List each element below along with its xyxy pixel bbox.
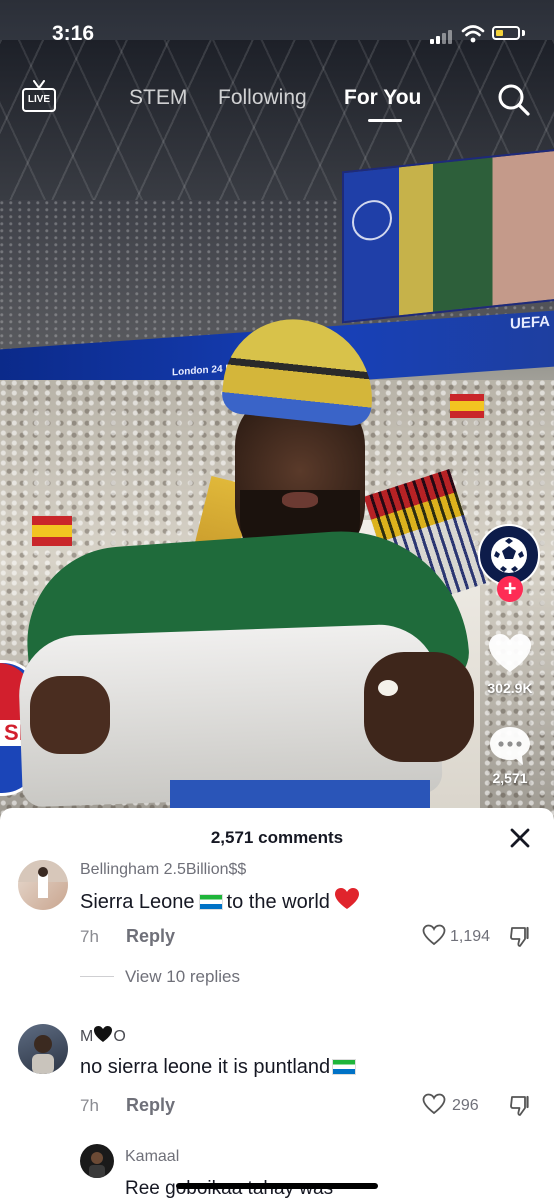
follow-plus-icon[interactable]: + xyxy=(497,576,523,602)
status-time: 3:16 xyxy=(52,22,95,45)
dislike-icon[interactable] xyxy=(508,925,532,949)
player-hat xyxy=(220,312,380,428)
comments-sheet: 2,571 comments Bellingham 2.5Billion$$ S… xyxy=(0,808,554,1200)
reply-button[interactable]: Reply xyxy=(126,1095,175,1116)
comment-count: 2,571 xyxy=(492,770,528,786)
cellular-signal-icon xyxy=(430,30,456,44)
comment-time: 7h xyxy=(80,927,99,946)
comment-like-count: 1,194 xyxy=(450,928,491,945)
username-part: M xyxy=(80,1028,94,1045)
status-bar: 3:16 xyxy=(0,0,554,70)
sierra-leone-flag-icon xyxy=(332,1059,357,1075)
comment-bubble-icon[interactable] xyxy=(487,724,533,768)
champions-league-logo-icon xyxy=(491,537,527,573)
player-ring xyxy=(378,680,398,696)
view-replies-button[interactable]: View 10 replies xyxy=(125,967,240,987)
tab-stem[interactable]: STEM xyxy=(129,86,187,110)
comment-text-part: no sierra leone it is puntland xyxy=(80,1056,331,1078)
tab-for-you[interactable]: For You xyxy=(344,86,421,110)
live-button[interactable]: LIVE xyxy=(22,80,58,116)
sierra-leone-flag-icon xyxy=(198,894,223,910)
comment-time: 7h xyxy=(80,1096,99,1115)
screen-logo xyxy=(352,198,392,243)
battery-cap xyxy=(522,30,525,36)
comment-like-count: 296 xyxy=(452,1097,479,1114)
tab-following[interactable]: Following xyxy=(218,86,307,110)
comment-username[interactable]: Kamaal xyxy=(125,1148,179,1166)
player-mouth xyxy=(282,492,318,508)
reply-button[interactable]: Reply xyxy=(126,926,175,947)
comment-text-part: to the world xyxy=(226,891,330,913)
comment-text: Ree goboikaa tahay was xyxy=(125,1178,333,1199)
comment-username[interactable]: MO xyxy=(80,1025,126,1046)
like-outline-icon xyxy=(422,1093,446,1115)
black-heart-icon xyxy=(94,1026,113,1042)
comment-text-part: Sierra Leone xyxy=(80,891,195,913)
search-icon[interactable] xyxy=(496,82,532,118)
comment-username[interactable]: Bellingham 2.5Billion$$ xyxy=(80,861,246,879)
live-label: LIVE xyxy=(22,88,56,112)
crowd-flag xyxy=(32,516,72,546)
close-icon[interactable] xyxy=(506,824,534,852)
avatar[interactable] xyxy=(18,1024,68,1074)
comment-text: Sierra Leone to the world xyxy=(80,887,360,914)
avatar-image xyxy=(32,1035,54,1074)
wifi-icon xyxy=(461,25,485,43)
comments-title: 2,571 comments xyxy=(210,828,344,847)
player-hand xyxy=(364,652,474,762)
battery-icon xyxy=(492,26,520,40)
comment-text: no sierra leone it is puntland xyxy=(80,1056,360,1079)
active-tab-indicator xyxy=(368,119,402,122)
home-indicator[interactable] xyxy=(176,1183,378,1189)
heart-icon[interactable] xyxy=(487,632,533,676)
video-player[interactable]: UEFA London 24 FINAL SI xyxy=(0,0,554,830)
replies-divider xyxy=(80,976,114,977)
avatar-image xyxy=(89,1152,105,1178)
username-part: O xyxy=(113,1028,126,1045)
like-count: 302.9K xyxy=(487,680,533,696)
like-outline-icon xyxy=(422,924,446,946)
avatar[interactable] xyxy=(80,1144,114,1178)
player-hand xyxy=(30,676,110,754)
avatar[interactable] xyxy=(18,860,68,910)
banner-text: UEFA xyxy=(509,312,550,333)
comment-like-button[interactable]: 296 xyxy=(422,1093,492,1119)
dislike-icon[interactable] xyxy=(508,1094,532,1118)
comment-like-button[interactable]: 1,194 xyxy=(422,924,492,950)
red-heart-icon xyxy=(334,888,359,909)
avatar-image xyxy=(18,860,68,898)
stadium-screen xyxy=(342,148,554,324)
